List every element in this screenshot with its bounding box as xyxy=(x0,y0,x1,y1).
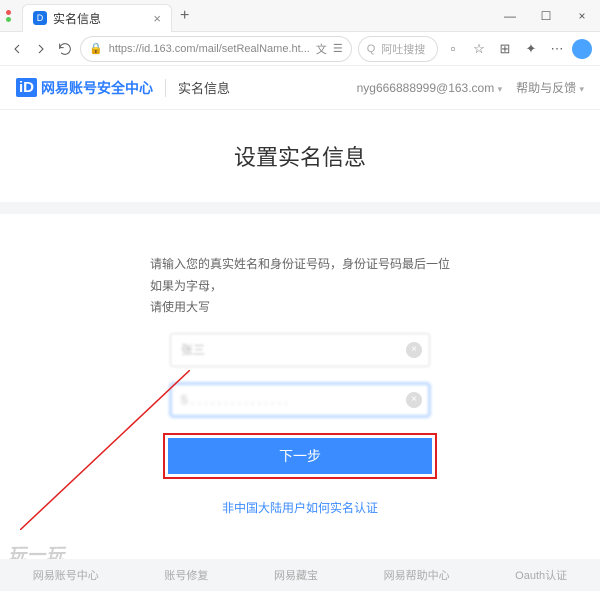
tab-close-icon[interactable]: × xyxy=(153,11,161,26)
translate-icon[interactable]: 文 xyxy=(316,41,327,57)
star-icon[interactable]: ☆ xyxy=(470,40,488,58)
next-step-button[interactable]: 下一步 xyxy=(168,438,432,474)
instruction-text: 请输入您的真实姓名和身份证号码，身份证号码最后一位如果为字母， 请使用大写 xyxy=(150,254,450,319)
window-titlebar: D 实名信息 × + — ☐ × xyxy=(0,0,600,32)
clear-name-icon[interactable]: × xyxy=(406,342,422,358)
tab-title: 实名信息 xyxy=(53,10,147,27)
browser-tab[interactable]: D 实名信息 × xyxy=(22,4,172,32)
window-controls: — ☐ × xyxy=(492,9,600,23)
new-tab-button[interactable]: + xyxy=(172,7,197,25)
search-placeholder: 阿吐搜搜 xyxy=(381,41,425,57)
search-icon: Q xyxy=(367,43,376,55)
lock-icon: 🔒 xyxy=(89,42,103,55)
page-header: iD 网易账号安全中心 实名信息 nyg666888999@163.com ▾ … xyxy=(0,66,600,110)
url-text: https://id.163.com/mail/setRealName.ht..… xyxy=(109,43,310,55)
breadcrumb: 实名信息 xyxy=(178,78,230,97)
window-minimize-button[interactable]: — xyxy=(492,9,528,23)
site-logo[interactable]: iD 网易账号安全中心 xyxy=(16,78,153,98)
main-content: 设置实名信息 请输入您的真实姓名和身份证号码，身份证号码最后一位如果为字母， 请… xyxy=(0,110,600,536)
divider xyxy=(165,79,166,97)
window-maximize-button[interactable]: ☐ xyxy=(528,9,564,23)
search-bar[interactable]: Q 阿吐搜搜 xyxy=(358,36,438,62)
extension-icon[interactable]: ▫ xyxy=(444,40,462,58)
submit-highlight-box: 下一步 xyxy=(163,433,437,479)
menu-icon[interactable]: ⋯ xyxy=(548,40,566,58)
id-input[interactable] xyxy=(170,383,430,417)
browser-toolbar: 🔒 https://id.163.com/mail/setRealName.ht… xyxy=(0,32,600,66)
tab-favicon-icon: D xyxy=(33,11,47,25)
forward-button[interactable] xyxy=(32,40,50,58)
reader-icon[interactable]: ☰ xyxy=(333,42,343,55)
reload-button[interactable] xyxy=(56,40,74,58)
window-close-button[interactable]: × xyxy=(564,9,600,23)
non-mainland-link[interactable]: 非中国大陆用户如何实名认证 xyxy=(222,499,378,516)
puzzle-icon[interactable]: ✦ xyxy=(522,40,540,58)
chevron-down-icon: ▾ xyxy=(498,84,503,94)
section-divider xyxy=(0,202,600,214)
logo-text: 网易账号安全中心 xyxy=(41,78,153,98)
back-button[interactable] xyxy=(8,40,26,58)
name-input[interactable] xyxy=(170,333,430,367)
address-bar[interactable]: 🔒 https://id.163.com/mail/setRealName.ht… xyxy=(80,36,352,62)
footer-link[interactable]: 网易账号中心 xyxy=(33,567,99,583)
footer-link[interactable]: 账号修复 xyxy=(164,567,208,583)
clear-id-icon[interactable]: × xyxy=(406,392,422,408)
footer-link[interactable]: 网易帮助中心 xyxy=(384,567,450,583)
footer-link[interactable]: 网易藏宝 xyxy=(274,567,318,583)
chevron-down-icon: ▾ xyxy=(579,84,584,94)
collections-icon[interactable]: ⊞ xyxy=(496,40,514,58)
name-input-wrap: × xyxy=(170,333,430,367)
window-traffic-lights xyxy=(0,10,22,22)
help-dropdown[interactable]: 帮助与反馈 ▾ xyxy=(516,79,584,96)
form-area: 请输入您的真实姓名和身份证号码，身份证号码最后一位如果为字母， 请使用大写 × … xyxy=(0,214,600,536)
page-title: 设置实名信息 xyxy=(0,140,600,172)
id-input-wrap: × xyxy=(170,383,430,417)
footer-nav: 网易账号中心 账号修复 网易藏宝 网易帮助中心 Oauth认证 xyxy=(0,559,600,591)
user-email-dropdown[interactable]: nyg666888999@163.com ▾ xyxy=(357,81,503,95)
profile-avatar[interactable] xyxy=(572,39,592,59)
footer-link[interactable]: Oauth认证 xyxy=(515,567,567,583)
